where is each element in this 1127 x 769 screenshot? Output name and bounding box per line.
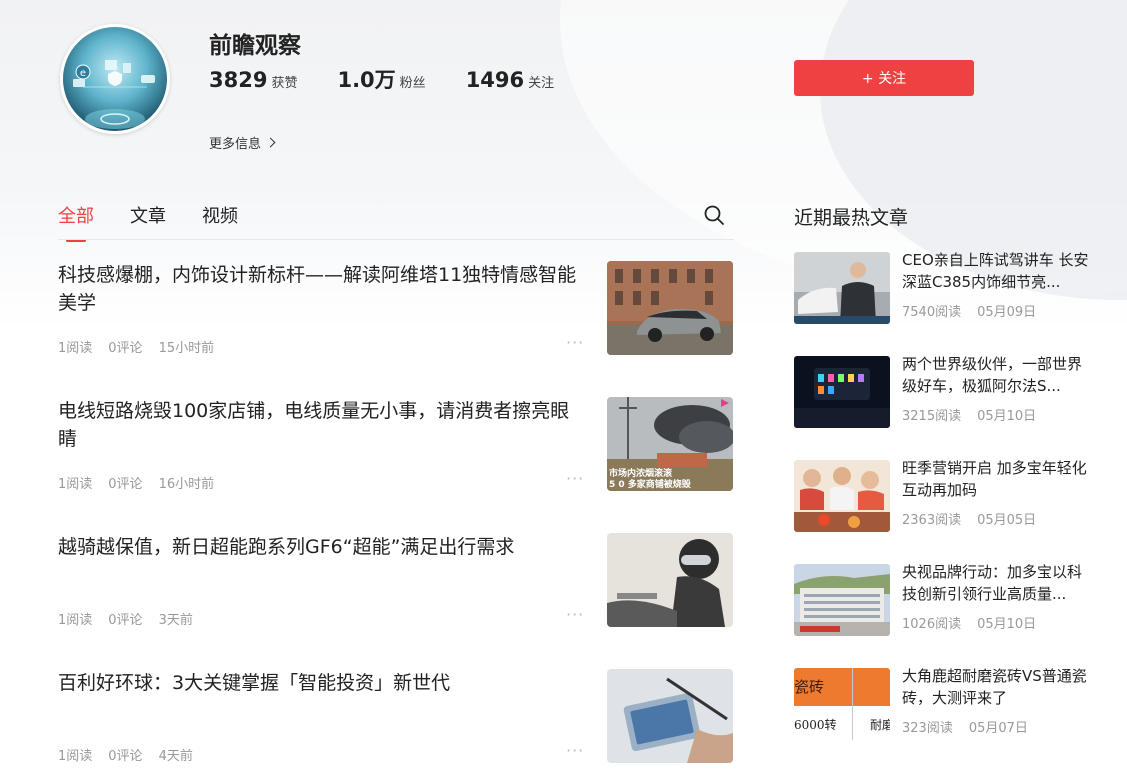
stat-following-label: 关注	[528, 76, 555, 91]
stat-fans-label: 粉丝	[399, 76, 426, 91]
article-comments[interactable]: 0评论	[108, 609, 142, 628]
article-reads: 1阅读	[58, 613, 93, 628]
article-thumbnail[interactable]	[607, 533, 733, 627]
hot-article-meta: 3215阅读 05月10日	[902, 405, 1052, 424]
hot-article-meta: 1026阅读 05月10日	[902, 613, 1052, 632]
more-dots-icon[interactable]: ···	[566, 333, 584, 352]
article-reads: 1阅读	[58, 477, 93, 492]
article-thumbnail[interactable]	[607, 669, 733, 763]
hot-article-item[interactable]: 瓷砖 6000转 耐磨 大角鹿超耐磨瓷砖VS普通瓷砖，大测评来了 323阅读 0…	[794, 665, 1094, 740]
article-meta: 1阅读 0评论 16小时前	[58, 473, 230, 492]
hot-article-reads: 1026阅读	[902, 617, 962, 632]
stat-likes-label: 获赞	[271, 76, 298, 91]
content-tabs: 全部 文章 视频	[58, 202, 274, 242]
hot-article-reads: 7540阅读	[902, 305, 962, 320]
hot-article-item[interactable]: 两个世界级伙伴，一部世界级好车，极狐阿尔法S... 3215阅读 05月10日	[794, 353, 1094, 428]
hot-article-thumbnail[interactable]: 瓷砖 6000转 耐磨	[794, 668, 890, 740]
more-info-link[interactable]: 更多信息	[209, 133, 276, 152]
article-item[interactable]: 越骑越保值，新日超能跑系列GF6“超能”满足出行需求 1阅读 0评论 3天前 ·…	[58, 533, 734, 628]
tab-articles[interactable]: 文章	[130, 202, 166, 242]
article-title[interactable]: 百利好环球：3大关键掌握「智能投资」新世代	[58, 669, 588, 697]
thumbnail-text: 瓷砖	[794, 678, 825, 696]
hot-article-meta: 7540阅读 05月09日	[902, 301, 1052, 320]
more-info-label: 更多信息	[209, 137, 262, 152]
article-thumbnail[interactable]	[607, 261, 733, 355]
article-item[interactable]: 电线短路烧毁100家店铺，电线质量无小事，请消费者擦亮眼睛 1阅读 0评论 16…	[58, 397, 734, 492]
stat-fans[interactable]: 1.0万 粉丝	[337, 64, 425, 94]
article-title[interactable]: 科技感爆棚，内饰设计新标杆——解读阿维塔11独特情感智能美学	[58, 261, 588, 317]
article-item[interactable]: 科技感爆棚，内饰设计新标杆——解读阿维塔11独特情感智能美学 1阅读 0评论 1…	[58, 261, 734, 356]
hot-article-item[interactable]: CEO亲自上阵试驾讲车 长安深蓝C385内饰细节亮... 7540阅读 05月0…	[794, 249, 1094, 324]
hot-article-date: 05月05日	[977, 513, 1037, 528]
article-time: 15小时前	[158, 341, 215, 356]
article-comments[interactable]: 0评论	[108, 745, 142, 764]
stat-likes: 3829 获赞	[209, 68, 297, 92]
hot-article-date: 05月07日	[968, 721, 1028, 736]
hot-article-reads: 2363阅读	[902, 513, 962, 528]
hot-article-meta: 323阅读 05月07日	[902, 717, 1044, 736]
thumbnail-caption-line: 5 0 多家商铺被烧毁	[609, 480, 691, 490]
stat-likes-number: 3829	[209, 68, 268, 92]
article-title[interactable]: 电线短路烧毁100家店铺，电线质量无小事，请消费者擦亮眼睛	[58, 397, 588, 453]
tab-videos[interactable]: 视频	[202, 202, 238, 242]
hot-article-title[interactable]: 大角鹿超耐磨瓷砖VS普通瓷砖，大测评来了	[902, 665, 1092, 709]
hot-article-thumbnail[interactable]	[794, 252, 890, 324]
article-meta: 1阅读 0评论 3天前	[58, 609, 209, 628]
svg-text:e: e	[80, 68, 86, 79]
tab-divider	[58, 239, 734, 240]
stat-fans-number: 1.0万	[337, 68, 396, 92]
article-reads: 1阅读	[58, 341, 93, 356]
hot-article-meta: 2363阅读 05月05日	[902, 509, 1052, 528]
article-item[interactable]: 百利好环球：3大关键掌握「智能投资」新世代 1阅读 0评论 4天前 ···	[58, 669, 734, 764]
article-time: 3天前	[158, 613, 193, 628]
hot-article-date: 05月10日	[977, 409, 1037, 424]
thumbnail-text: 6000转	[794, 718, 837, 732]
thumbnail-text: 耐磨	[870, 718, 890, 732]
hot-article-thumbnail[interactable]	[794, 460, 890, 532]
hot-article-thumbnail[interactable]	[794, 356, 890, 428]
article-comments[interactable]: 0评论	[108, 473, 142, 492]
article-comments[interactable]: 0评论	[108, 337, 142, 356]
avatar-tech-icon: e	[73, 60, 155, 129]
follow-button[interactable]: + 关注	[794, 60, 974, 96]
hot-article-title[interactable]: 旺季营销开启 加多宝年轻化互动再加码	[902, 457, 1092, 501]
article-meta: 1阅读 0评论 4天前	[58, 745, 209, 764]
profile-name: 前瞻观察	[209, 33, 301, 59]
hot-article-title[interactable]: 两个世界级伙伴，一部世界级好车，极狐阿尔法S...	[902, 353, 1092, 397]
tab-all[interactable]: 全部	[58, 202, 94, 242]
thumbnail-caption-line: 市场内浓烟滚滚	[609, 469, 673, 479]
hot-article-date: 05月10日	[977, 617, 1037, 632]
chevron-right-icon	[265, 137, 276, 148]
hot-article-item[interactable]: 央视品牌行动：加多宝以科技创新引领行业高质量... 1026阅读 05月10日	[794, 561, 1094, 636]
more-dots-icon[interactable]: ···	[566, 741, 584, 760]
hot-article-reads: 3215阅读	[902, 409, 962, 424]
article-time: 4天前	[158, 749, 193, 764]
hot-articles-title: 近期最热文章	[794, 207, 909, 229]
hot-article-title[interactable]: CEO亲自上阵试驾讲车 长安深蓝C385内饰细节亮...	[902, 249, 1092, 293]
search-button[interactable]	[703, 204, 725, 226]
hot-article-date: 05月09日	[977, 305, 1037, 320]
hot-article-item[interactable]: 旺季营销开启 加多宝年轻化互动再加码 2363阅读 05月05日	[794, 457, 1094, 532]
hot-article-thumbnail[interactable]	[794, 564, 890, 636]
article-meta: 1阅读 0评论 15小时前	[58, 337, 230, 356]
more-dots-icon[interactable]: ···	[566, 469, 584, 488]
more-dots-icon[interactable]: ···	[566, 605, 584, 624]
stat-following[interactable]: 1496 关注	[466, 68, 554, 92]
thumbnail-caption: 市场内浓烟滚滚 5 0 多家商铺被烧毁	[609, 469, 691, 491]
article-thumbnail[interactable]: 市场内浓烟滚滚 5 0 多家商铺被烧毁	[607, 397, 733, 491]
article-time: 16小时前	[158, 477, 215, 492]
avatar[interactable]: e	[60, 24, 170, 134]
article-title[interactable]: 越骑越保值，新日超能跑系列GF6“超能”满足出行需求	[58, 533, 588, 561]
article-reads: 1阅读	[58, 749, 93, 764]
stat-following-number: 1496	[465, 68, 525, 92]
hot-article-reads: 323阅读	[902, 721, 953, 736]
profile-stats: 3829 获赞 1.0万 粉丝 1496 关注	[209, 64, 594, 94]
hot-article-title[interactable]: 央视品牌行动：加多宝以科技创新引领行业高质量...	[902, 561, 1092, 605]
search-icon	[704, 205, 724, 225]
